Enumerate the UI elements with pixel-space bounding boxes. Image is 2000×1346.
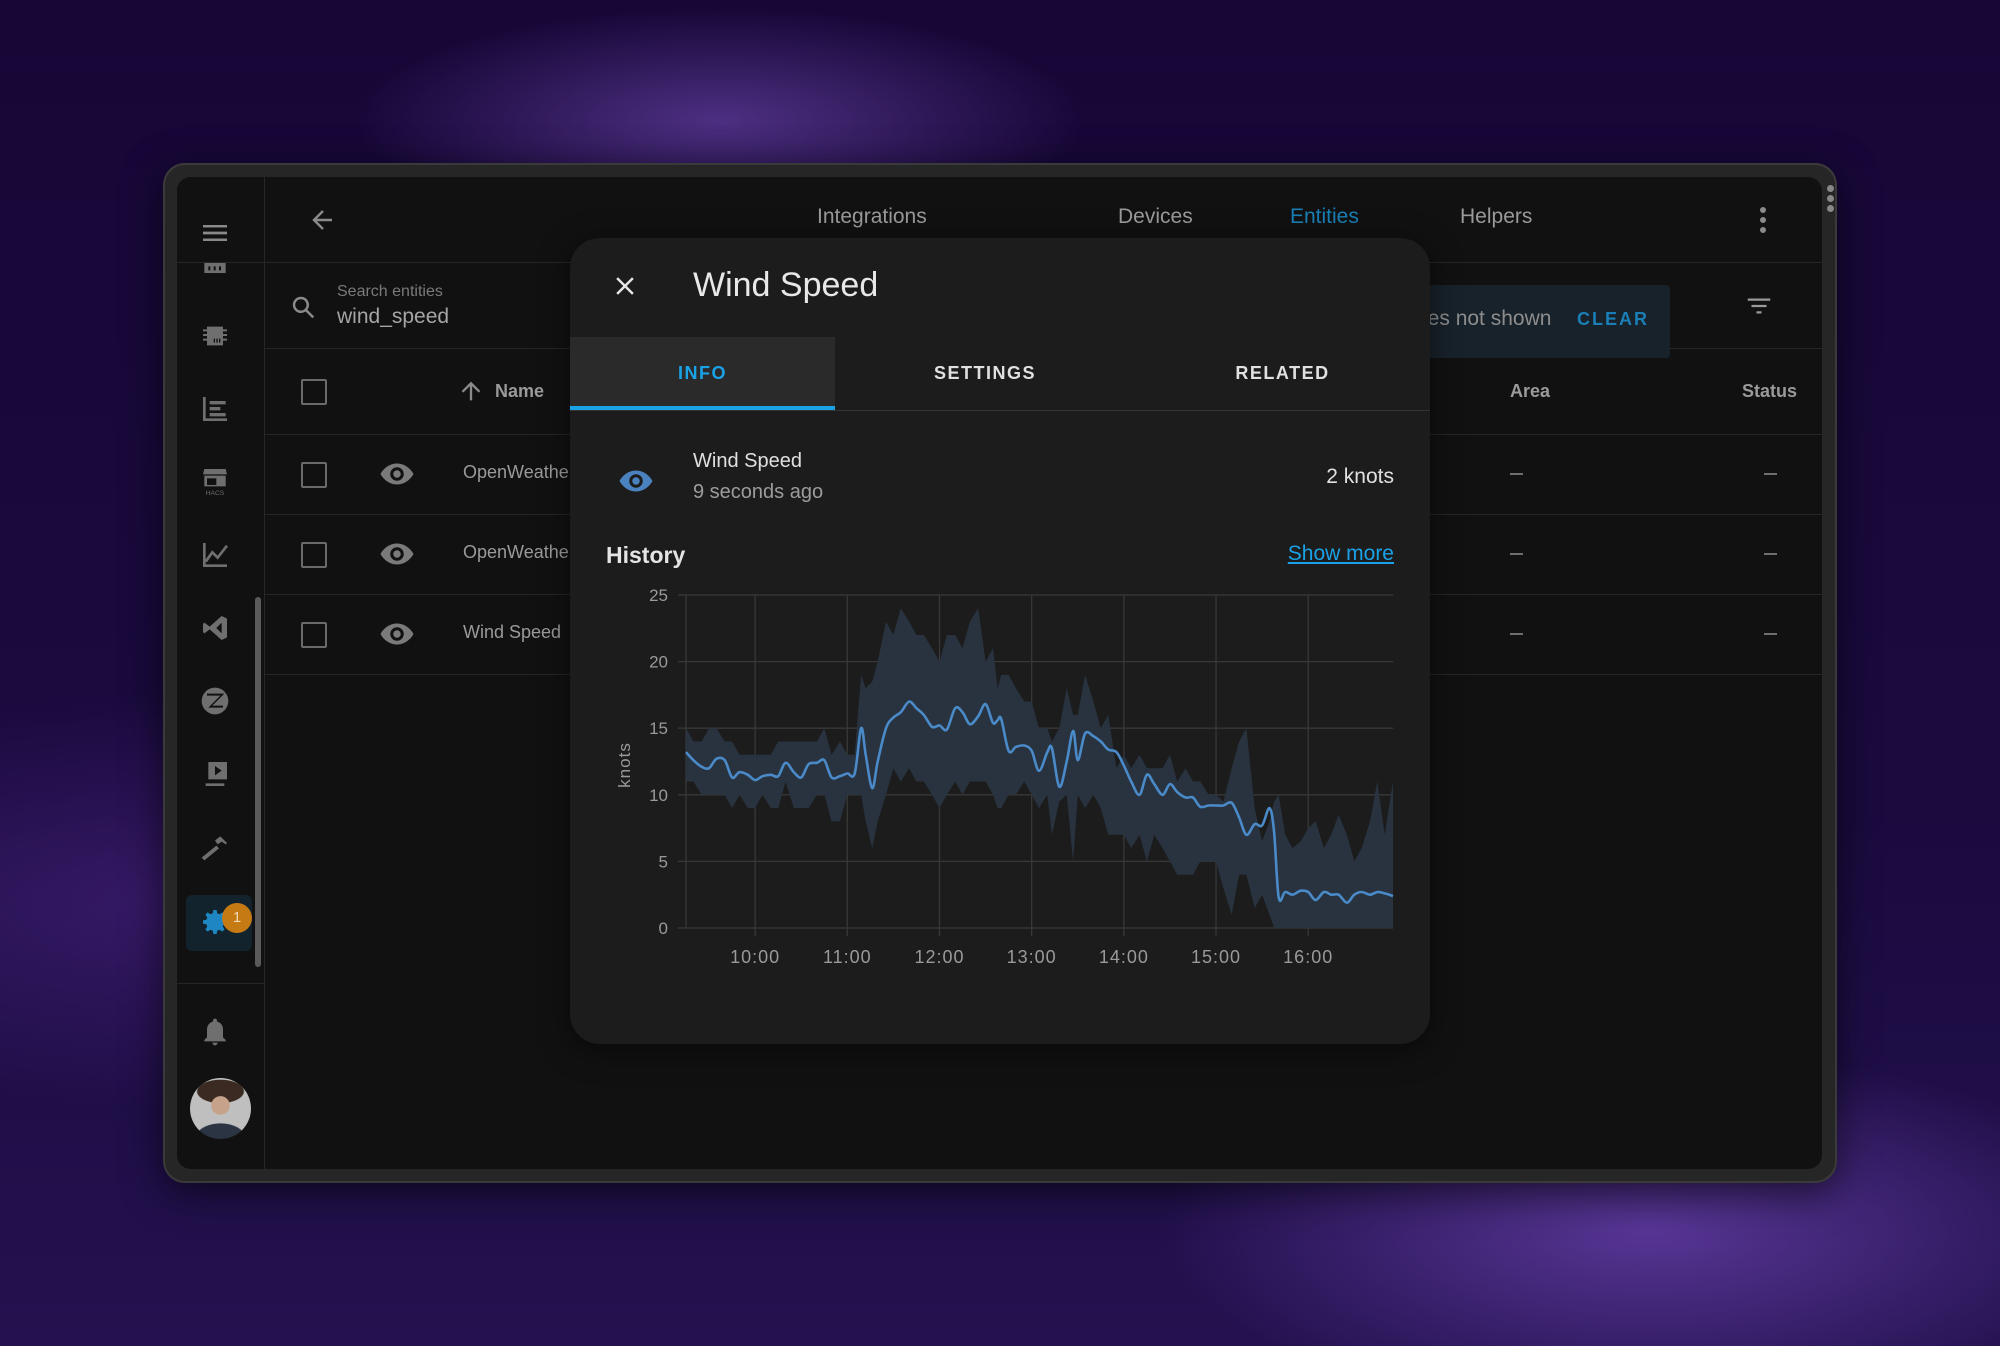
sidebar-item-hacs-icon[interactable]: HACS <box>199 465 231 497</box>
eye-icon <box>379 622 415 646</box>
dialog-tabs: INFO SETTINGS RELATED <box>570 337 1430 411</box>
svg-text:HACS: HACS <box>206 490 225 497</box>
tab-related[interactable]: RELATED <box>1135 337 1430 410</box>
search-icon <box>289 293 319 323</box>
y-tick-label: 10 <box>649 786 668 805</box>
sidebar-item-chip-icon[interactable] <box>199 320 231 352</box>
app-window: HACS 1 Integrations Devices Entities Hel… <box>177 177 1822 1169</box>
row-area-empty <box>1510 553 1523 555</box>
history-chart: 0 5 10 15 20 25 10:00 11:00 12:00 13:00 14:00 15:0… <box>570 568 1430 988</box>
column-header-status[interactable]: Status <box>1742 381 1797 402</box>
row-area-empty <box>1510 633 1523 635</box>
eye-icon <box>379 542 415 566</box>
select-all-checkbox[interactable] <box>301 379 327 405</box>
sidebar-item-media-icon[interactable] <box>199 758 231 790</box>
row-checkbox[interactable] <box>301 542 327 568</box>
column-header-area[interactable]: Area <box>1510 381 1550 402</box>
row-checkbox[interactable] <box>301 622 327 648</box>
tab-entities[interactable]: Entities <box>1290 205 1359 229</box>
y-tick-label: 5 <box>659 852 668 871</box>
sidebar-item-zigbee-icon[interactable] <box>199 685 231 717</box>
active-tab-indicator <box>570 406 835 410</box>
clear-filter-button[interactable]: CLEAR <box>1577 309 1649 330</box>
user-avatar[interactable] <box>190 1078 251 1139</box>
sidebar-scrollbar[interactable] <box>255 597 261 967</box>
row-area-empty <box>1510 473 1523 475</box>
hidden-entities-banner: ntities not shown CLEAR <box>1395 285 1670 358</box>
row-status-empty <box>1764 473 1777 475</box>
sidebar-divider <box>177 983 264 984</box>
more-info-dialog: Wind Speed INFO SETTINGS RELATED Wind Sp… <box>570 238 1430 1044</box>
y-tick-label: 20 <box>649 653 668 672</box>
history-heading: History <box>606 542 686 568</box>
entity-name: Wind Speed <box>693 450 802 472</box>
last-changed: 9 seconds ago <box>693 481 824 503</box>
sidebar: HACS 1 <box>177 177 265 1169</box>
x-tick-label: 11:00 <box>823 947 872 967</box>
column-header-name[interactable]: Name <box>495 381 544 402</box>
x-tick-label: 10:00 <box>730 947 780 967</box>
bell-icon[interactable] <box>199 1016 231 1048</box>
x-tick-label: 15:00 <box>1191 947 1241 967</box>
x-tick-label: 14:00 <box>1099 947 1149 967</box>
tab-devices[interactable]: Devices <box>1118 205 1193 229</box>
y-tick-label: 15 <box>649 719 668 738</box>
history-chart-svg: 0 5 10 15 20 25 10:00 11:00 12:00 13:00 14:00 15:0… <box>615 586 1394 967</box>
filter-icon[interactable] <box>1744 291 1774 321</box>
row-status-empty <box>1764 633 1777 635</box>
notification-count-badge: 1 <box>222 903 252 933</box>
y-axis-ticks: 0 5 10 15 20 25 <box>649 586 668 938</box>
sidebar-item-developer-tools-icon[interactable] <box>199 831 231 863</box>
search-label: Search entities <box>337 283 443 300</box>
y-axis-label: knots <box>615 742 634 788</box>
row-name: OpenWeathe <box>463 542 569 562</box>
row-status-empty <box>1764 553 1777 555</box>
entity-eye-icon <box>618 468 654 494</box>
show-more-link[interactable]: Show more <box>1288 542 1394 566</box>
tab-helpers[interactable]: Helpers <box>1460 205 1532 229</box>
x-tick-label: 16:00 <box>1283 947 1333 967</box>
search-input[interactable]: wind_speed <box>337 305 449 329</box>
x-axis-ticks: 10:00 11:00 12:00 13:00 14:00 15:00 16:00 <box>730 947 1333 967</box>
sidebar-item-vscode-icon[interactable] <box>199 612 231 644</box>
frame-handle-icon <box>1827 183 1835 215</box>
sidebar-item-logbook-icon[interactable] <box>199 393 231 425</box>
y-tick-label: 25 <box>649 586 668 605</box>
tab-info[interactable]: INFO <box>570 337 835 410</box>
menu-icon[interactable] <box>199 217 231 249</box>
x-tick-label: 12:00 <box>914 947 964 967</box>
entity-state-value: 2 knots <box>1326 465 1394 488</box>
row-name: OpenWeathe <box>463 462 569 482</box>
sidebar-item-history-icon[interactable] <box>199 539 231 571</box>
tab-integrations[interactable]: Integrations <box>817 205 927 229</box>
x-tick-label: 13:00 <box>1007 947 1057 967</box>
dialog-title: Wind Speed <box>693 266 879 304</box>
tab-settings[interactable]: SETTINGS <box>835 337 1135 410</box>
row-name: Wind Speed <box>463 622 562 642</box>
eye-icon <box>379 462 415 486</box>
sort-ascending-icon[interactable] <box>457 377 485 405</box>
close-icon[interactable] <box>610 271 640 301</box>
y-tick-label: 0 <box>659 919 668 938</box>
more-options-icon[interactable] <box>1760 207 1766 237</box>
row-checkbox[interactable] <box>301 462 327 488</box>
